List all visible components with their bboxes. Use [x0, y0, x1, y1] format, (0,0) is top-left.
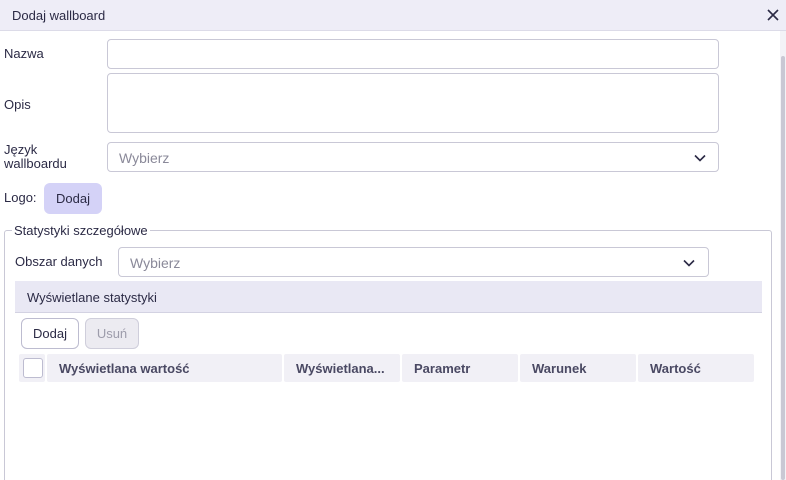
logo-label: Logo:: [4, 190, 37, 205]
dialog-titlebar: Dodaj wallboard: [0, 0, 786, 31]
name-label: Nazwa: [4, 46, 44, 61]
description-textarea[interactable]: [107, 73, 719, 133]
delete-stat-button[interactable]: Usuń: [85, 318, 139, 349]
name-input[interactable]: [107, 39, 719, 69]
data-area-select-value: Wybierz: [130, 255, 181, 271]
displayed-stats-header: Wyświetlane statystyki: [15, 281, 762, 313]
select-all-checkbox[interactable]: [23, 358, 43, 378]
column-header[interactable]: Wyświetlana...: [284, 354, 400, 382]
description-label: Opis: [4, 97, 31, 112]
column-header[interactable]: Parametr: [402, 354, 518, 382]
add-stat-button[interactable]: Dodaj: [21, 318, 79, 349]
detailed-stats-legend: Statystyki szczegółowe: [12, 223, 150, 238]
column-header[interactable]: Wyświetlana wartość: [47, 354, 282, 382]
language-select-value: Wybierz: [119, 150, 170, 166]
vertical-scrollbar[interactable]: [780, 31, 786, 480]
data-area-select[interactable]: Wybierz: [118, 247, 709, 277]
language-select[interactable]: Wybierz: [107, 142, 719, 172]
add-logo-button[interactable]: Dodaj: [44, 183, 102, 214]
column-header[interactable]: Warunek: [520, 354, 636, 382]
scrollbar-thumb[interactable]: [781, 56, 785, 480]
close-icon[interactable]: [765, 7, 781, 23]
chevron-down-icon: [694, 154, 706, 162]
data-area-label: Obszar danych: [15, 254, 103, 269]
dialog-title: Dodaj wallboard: [12, 8, 106, 23]
language-label: Język wallboardu: [4, 142, 67, 171]
chevron-down-icon: [683, 259, 695, 267]
displayed-stats-title: Wyświetlane statystyki: [27, 290, 157, 305]
column-header[interactable]: Wartość: [638, 354, 754, 382]
